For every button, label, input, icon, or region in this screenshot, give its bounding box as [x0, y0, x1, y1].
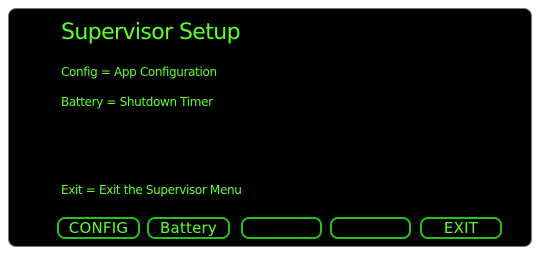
- exit-description: Exit = Exit the Supervisor Menu: [61, 183, 242, 197]
- config-description: Config = App Configuration: [61, 65, 217, 79]
- battery-description: Battery = Shutdown Timer: [61, 95, 213, 109]
- exit-button[interactable]: EXIT: [420, 217, 502, 239]
- page-title: Supervisor Setup: [61, 20, 241, 45]
- blank-softkey-1[interactable]: [241, 217, 322, 239]
- battery-button[interactable]: Battery: [147, 217, 230, 239]
- blank-softkey-2[interactable]: [330, 217, 411, 239]
- supervisor-screen: Supervisor Setup Config = App Configurat…: [8, 8, 532, 247]
- config-button[interactable]: CONFIG: [57, 217, 140, 239]
